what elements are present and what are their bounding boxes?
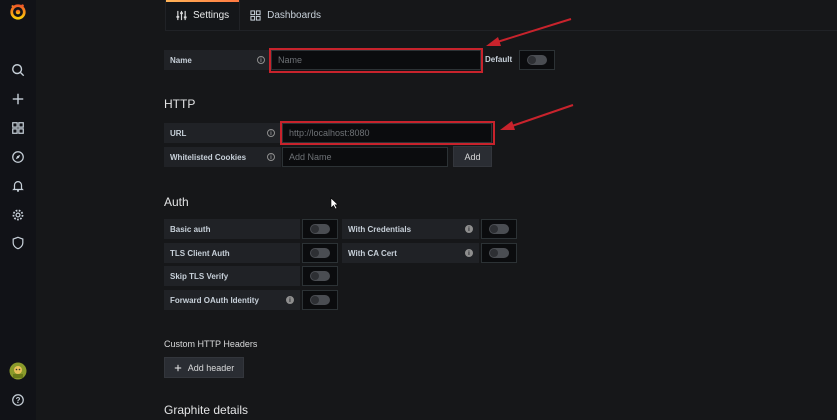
basic-auth-label: Basic auth xyxy=(164,219,300,239)
main-content: Settings Dashboards Name i Default HTTP … xyxy=(37,0,837,420)
http-section-title: HTTP xyxy=(164,97,196,111)
tab-bar: Settings Dashboards xyxy=(165,0,331,30)
with-credentials-label: With Credentials i xyxy=(342,219,479,239)
url-label: URL i xyxy=(164,123,281,143)
whitelisted-cookies-label: Whitelisted Cookies i xyxy=(164,147,281,167)
grafana-logo-icon[interactable] xyxy=(8,2,28,22)
shield-icon[interactable] xyxy=(8,233,28,253)
tab-settings-label: Settings xyxy=(193,9,230,21)
forward-oauth-toggle[interactable] xyxy=(302,290,338,310)
search-icon[interactable] xyxy=(8,60,28,80)
plus-icon xyxy=(174,364,181,371)
info-icon[interactable]: i xyxy=(465,225,473,233)
tab-settings[interactable]: Settings xyxy=(165,0,241,30)
name-label: Name i xyxy=(164,50,271,70)
annotation-highlight-name xyxy=(269,48,483,73)
with-ca-cert-label: With CA Cert i xyxy=(342,243,479,263)
plus-icon[interactable] xyxy=(8,89,28,109)
auth-section-title: Auth xyxy=(164,195,189,209)
tab-divider xyxy=(165,30,837,31)
info-icon[interactable]: i xyxy=(465,249,473,257)
with-credentials-toggle[interactable] xyxy=(481,219,517,239)
configuration-gear-icon[interactable] xyxy=(8,205,28,225)
add-header-button[interactable]: Add header xyxy=(164,357,244,378)
tls-client-auth-label: TLS Client Auth xyxy=(164,243,300,263)
add-cookie-button[interactable]: Add xyxy=(453,146,492,167)
graphite-section-title: Graphite details xyxy=(164,403,249,417)
svg-text:?: ? xyxy=(16,396,21,405)
info-icon[interactable]: i xyxy=(267,153,275,161)
user-avatar-icon[interactable] xyxy=(8,361,28,381)
mouse-cursor-icon xyxy=(330,197,339,210)
explore-compass-icon[interactable] xyxy=(8,147,28,167)
custom-headers-title: Custom HTTP Headers xyxy=(164,339,258,349)
basic-auth-toggle[interactable] xyxy=(302,219,338,239)
skip-tls-verify-label: Skip TLS Verify xyxy=(164,266,300,286)
with-ca-cert-toggle[interactable] xyxy=(481,243,517,263)
skip-tls-verify-toggle[interactable] xyxy=(302,266,338,286)
alerting-bell-icon[interactable] xyxy=(8,176,28,196)
tls-client-auth-toggle[interactable] xyxy=(302,243,338,263)
info-icon[interactable]: i xyxy=(286,296,294,304)
tab-dashboards[interactable]: Dashboards xyxy=(240,0,331,30)
sliders-icon xyxy=(176,10,187,20)
default-label: Default xyxy=(485,55,513,64)
annotation-highlight-url xyxy=(280,121,495,145)
sidebar: ? xyxy=(0,0,36,420)
info-icon[interactable]: i xyxy=(257,56,265,64)
help-icon[interactable]: ? xyxy=(8,390,28,410)
info-icon[interactable]: i xyxy=(267,129,275,137)
cookie-name-input[interactable] xyxy=(282,147,448,167)
grid-icon xyxy=(250,9,261,21)
forward-oauth-label: Forward OAuth Identity i xyxy=(164,290,300,310)
dashboards-grid-icon[interactable] xyxy=(8,118,28,138)
default-toggle[interactable] xyxy=(519,50,555,70)
tab-dashboards-label: Dashboards xyxy=(267,9,322,21)
